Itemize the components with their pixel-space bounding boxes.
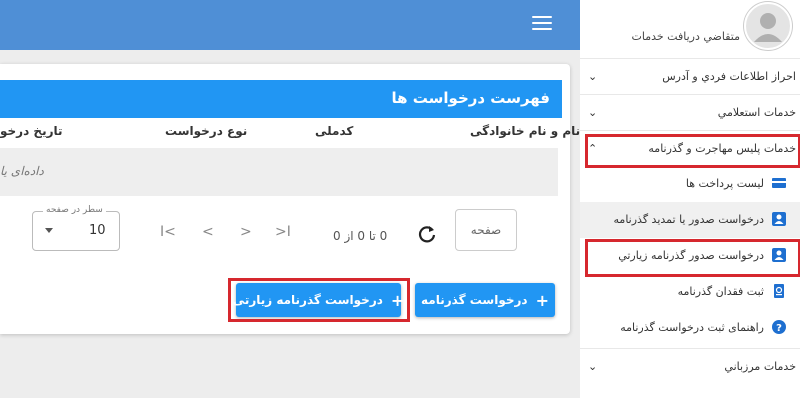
sidebar: متقاضي دريافت خدمات احراز اطلاعات فردي و…: [580, 0, 800, 398]
card-header: فهرست درخواست ها: [0, 80, 562, 118]
plus-icon: +: [535, 290, 549, 310]
sidebar-item-label: خدمات استعلامي: [717, 106, 796, 119]
chevron-down-icon: [45, 228, 53, 233]
svg-text:?: ?: [776, 323, 782, 334]
highlight-frame: [585, 239, 800, 277]
chevron-down-icon: ⌄: [588, 360, 598, 373]
page-field[interactable]: صفحه: [455, 209, 517, 251]
column-header-national-id[interactable]: کدملی: [315, 124, 353, 138]
first-page-icon[interactable]: I<: [160, 224, 176, 240]
column-header-name[interactable]: نام و نام خانوادگی: [470, 124, 580, 138]
chevron-down-icon: ⌄: [588, 106, 598, 119]
hamburger-icon[interactable]: [532, 16, 552, 30]
sidebar-item-identity[interactable]: احراز اطلاعات فردي و آدرس ⌄: [580, 58, 800, 95]
sidebar-item-label: خدمات مرزباني: [724, 360, 796, 373]
rows-per-page-label: سطر در صفحه: [43, 205, 106, 215]
passport-request-button[interactable]: + درخواست گذرنامه: [415, 283, 555, 317]
profile-name: متقاضي دريافت خدمات: [631, 30, 741, 43]
rows-per-page-select[interactable]: سطر در صفحه 10: [32, 205, 120, 251]
column-header-request-type[interactable]: نوع درخواست: [165, 124, 247, 138]
highlight-frame: [585, 134, 800, 168]
card-icon: [772, 178, 786, 188]
person-badge-icon: [772, 212, 786, 226]
sidebar-subitem-label: درخواست صدور یا تمدید گذرنامه: [613, 213, 764, 226]
sidebar-item-border-services[interactable]: خدمات مرزباني ⌄: [580, 348, 800, 385]
pagination-range: 0 تا 0 از 0: [333, 229, 388, 243]
top-app-bar: [0, 0, 580, 50]
sidebar-subitem-label: ثبت فقدان گذرنامه: [677, 285, 764, 298]
avatar[interactable]: [744, 2, 792, 50]
next-page-icon[interactable]: >: [240, 224, 252, 240]
passport-request-label: درخواست گذرنامه: [421, 293, 528, 307]
profile-section: متقاضي دريافت خدمات: [580, 0, 800, 60]
sidebar-subitem-passport-issue[interactable]: درخواست صدور یا تمدید گذرنامه: [580, 202, 800, 238]
column-header-request-date[interactable]: تاریخ درخو: [0, 124, 63, 138]
highlight-frame: [228, 278, 410, 322]
refresh-icon[interactable]: [417, 224, 437, 244]
card-title: فهرست درخواست ها: [391, 89, 550, 107]
sidebar-item-label: احراز اطلاعات فردي و آدرس: [662, 70, 796, 83]
prev-page-icon[interactable]: <: [202, 224, 214, 240]
table-row: داده‌ای یا: [0, 148, 558, 196]
passport-icon: [774, 284, 784, 298]
sidebar-subitem-passport-guide[interactable]: ? راهنمای ثبت درخواست گذرنامه: [580, 310, 800, 346]
sidebar-subitem-payments[interactable]: لیست پرداخت ها: [580, 166, 800, 202]
empty-message: داده‌ای یا: [0, 164, 44, 178]
sidebar-subitem-label: لیست پرداخت ها: [685, 177, 764, 190]
user-icon: [754, 13, 782, 42]
sidebar-item-inquiry[interactable]: خدمات استعلامي ⌄: [580, 94, 800, 131]
chevron-down-icon: ⌄: [588, 70, 598, 83]
sidebar-subitem-lost-passport[interactable]: ثبت فقدان گذرنامه: [580, 274, 800, 310]
sidebar-subitem-label: راهنمای ثبت درخواست گذرنامه: [620, 321, 764, 334]
help-icon: ?: [772, 320, 786, 334]
last-page-icon[interactable]: >I: [275, 224, 291, 240]
rows-per-page-value: 10: [89, 223, 106, 238]
